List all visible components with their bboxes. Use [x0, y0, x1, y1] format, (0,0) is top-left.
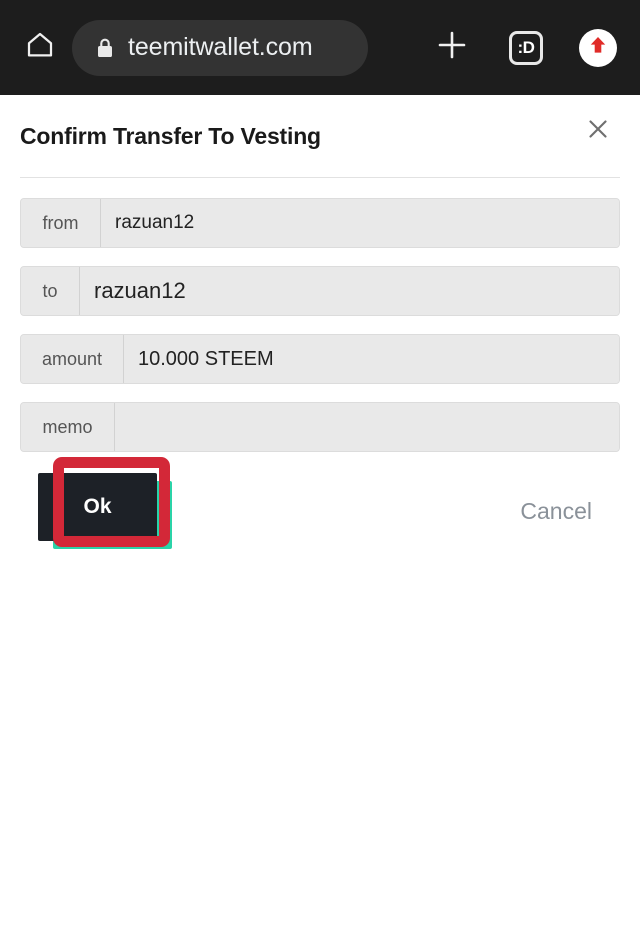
field-memo-value[interactable]: [115, 403, 619, 451]
field-to[interactable]: to razuan12: [20, 266, 620, 316]
field-from-label: from: [21, 199, 101, 247]
field-to-value[interactable]: razuan12: [80, 267, 619, 315]
home-button[interactable]: [14, 22, 66, 74]
new-tab-button[interactable]: [424, 20, 480, 76]
upload-button[interactable]: [570, 20, 626, 76]
toolbar-actions: :D: [424, 20, 626, 76]
field-to-label: to: [21, 267, 80, 315]
dialog-actions: Ok Cancel: [20, 457, 620, 590]
field-from-value[interactable]: razuan12: [101, 199, 619, 247]
field-memo-label: memo: [21, 403, 115, 451]
lock-icon: [94, 35, 116, 61]
field-memo[interactable]: memo: [20, 402, 620, 452]
field-amount-label: amount: [21, 335, 124, 383]
page-title: Confirm Transfer To Vesting: [20, 122, 321, 149]
address-bar[interactable]: teemitwallet.com: [72, 19, 368, 76]
tab-count-label: :D: [517, 38, 535, 57]
cancel-button[interactable]: Cancel: [512, 492, 600, 531]
ok-button[interactable]: Ok: [38, 473, 157, 541]
home-icon: [25, 30, 55, 65]
tab-switcher-button[interactable]: :D: [498, 20, 554, 76]
field-from[interactable]: from razuan12: [20, 198, 620, 248]
browser-toolbar: teemitwallet.com :D: [0, 0, 640, 95]
field-amount[interactable]: amount 10.000 STEEM: [20, 334, 620, 384]
upload-arrow-icon: [587, 34, 609, 61]
close-button[interactable]: [576, 109, 620, 153]
transfer-form: from razuan12 to razuan12 amount 10.000 …: [0, 178, 640, 590]
url-text: teemitwallet.com: [128, 33, 313, 61]
tab-count-box: :D: [509, 30, 543, 65]
upload-circle: [579, 28, 617, 67]
plus-icon: [435, 28, 469, 67]
dialog-header: Confirm Transfer To Vesting: [0, 95, 640, 177]
page-content: Confirm Transfer To Vesting from razuan1…: [0, 95, 640, 948]
field-amount-value[interactable]: 10.000 STEEM: [124, 335, 619, 383]
close-icon: [586, 117, 610, 146]
